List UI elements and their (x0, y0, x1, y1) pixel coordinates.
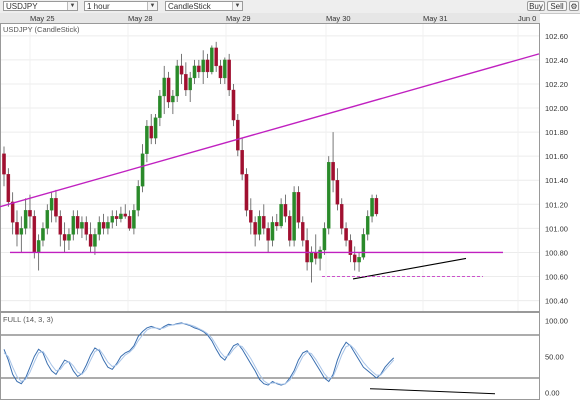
price-tick-label: 100.80 (545, 248, 568, 257)
settings-icon[interactable]: ⚙ (569, 1, 579, 11)
date-label: May 30 (326, 14, 351, 23)
price-chart: May 25 May 28 May 29 May 30 May 31 Jun 0… (0, 13, 568, 400)
chart-style-value: CandleStick (168, 2, 211, 11)
toolbar: USDJPY ▼ 1 hour ▼ CandleStick ▼ Buy Sell… (0, 0, 580, 14)
date-label: May 28 (128, 14, 153, 23)
candle (227, 53, 231, 96)
oscillator-tick-label: 50.00 (545, 353, 564, 362)
date-label: May 25 (30, 14, 55, 23)
price-tick-label: 101.00 (545, 224, 568, 233)
price-tick-label: 101.20 (545, 200, 568, 209)
main-panel (0, 23, 540, 312)
price-tick-label: 101.40 (545, 176, 568, 185)
price-tick-label: 101.80 (545, 128, 568, 137)
oscillator-panel (0, 312, 540, 400)
price-tick-label: 102.20 (545, 80, 568, 89)
date-label: May 31 (423, 14, 448, 23)
candle (236, 114, 240, 157)
price-tick-label: 102.40 (545, 56, 568, 65)
price-tick-label: 100.60 (545, 273, 568, 282)
oscillator-title: FULL (14, 3, 3) (3, 315, 54, 324)
price-tick-label: 101.60 (545, 152, 568, 161)
chart-style-select[interactable]: CandleStick ▼ (165, 1, 243, 11)
oscillator-tick-label: 0.00 (545, 388, 560, 397)
oscillator-tick-label: 100.00 (545, 317, 568, 326)
candle (244, 168, 249, 217)
candle (175, 59, 179, 103)
chart-title: USDJPY (CandleStick) (3, 25, 80, 34)
sell-button[interactable]: Sell (547, 1, 567, 11)
candle (296, 186, 301, 229)
date-label: May 29 (226, 14, 251, 23)
price-tick-label: 102.00 (545, 104, 568, 113)
buy-button[interactable]: Buy (527, 1, 545, 11)
candle (292, 186, 296, 247)
chevron-down-icon: ▼ (232, 2, 242, 10)
symbol-select[interactable]: USDJPY ▼ (3, 1, 78, 11)
date-label: Jun 0 (518, 14, 536, 23)
chevron-down-icon: ▼ (67, 2, 77, 10)
chevron-down-icon: ▼ (147, 2, 157, 10)
symbol-value: USDJPY (6, 2, 38, 11)
date-axis-band (0, 13, 540, 23)
price-tick-label: 100.40 (545, 297, 568, 306)
candle (32, 210, 37, 259)
timeframe-value: 1 hour (87, 2, 110, 11)
candle (210, 45, 214, 75)
timeframe-select[interactable]: 1 hour ▼ (84, 1, 158, 11)
candle (326, 156, 331, 235)
candle (231, 83, 236, 127)
price-tick-label: 102.60 (545, 32, 568, 41)
price-axis: 102.60 102.40 102.20 102.00 101.80 101.60 101.… (545, 32, 568, 397)
